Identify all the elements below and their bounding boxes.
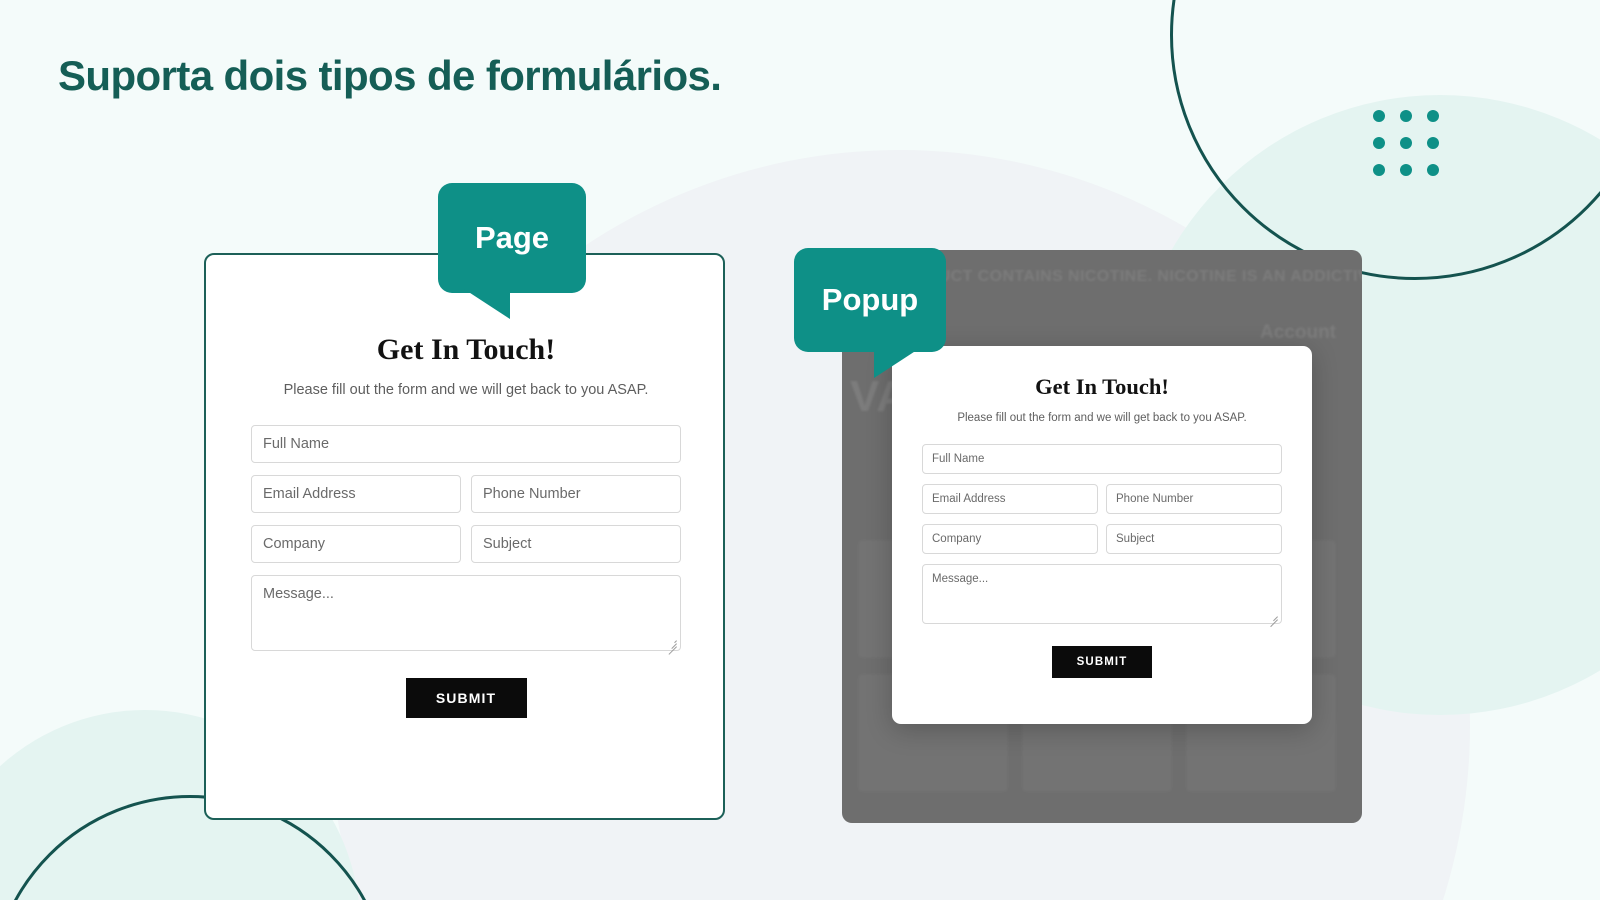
badge-page: Page bbox=[438, 183, 586, 319]
popup-company-input[interactable]: Company bbox=[922, 524, 1098, 554]
popup-subject-input[interactable]: Subject bbox=[1106, 524, 1282, 554]
form-subheading: Please fill out the form and we will get… bbox=[283, 382, 649, 398]
popup-resize-handle-icon[interactable] bbox=[1266, 609, 1278, 628]
popup-modal-dialog: Get In Touch! Please fill out the form a… bbox=[892, 346, 1312, 724]
form-row-details: Company Subject bbox=[251, 525, 681, 563]
page-contact-form: Get In Touch! Please fill out the form a… bbox=[251, 333, 681, 718]
badge-popup: Popup bbox=[794, 248, 946, 378]
popup-message-placeholder: Message... bbox=[932, 573, 989, 585]
popup-form-row-details: Company Subject bbox=[922, 524, 1282, 554]
subject-input[interactable]: Subject bbox=[471, 525, 681, 563]
badge-page-tail-icon bbox=[464, 289, 510, 319]
message-textarea[interactable]: Message... bbox=[251, 575, 681, 655]
decorative-circle-top-right-outline bbox=[1170, 0, 1600, 280]
popup-submit-button[interactable]: SUBMIT bbox=[1052, 646, 1152, 678]
submit-button[interactable]: SUBMIT bbox=[405, 678, 527, 718]
popup-full-name-input[interactable]: Full Name bbox=[922, 444, 1282, 474]
popup-form-fields: Full Name Email Address Phone Number Com… bbox=[922, 444, 1282, 678]
form-row-contact: Email Address Phone Number bbox=[251, 475, 681, 513]
full-name-input[interactable]: Full Name bbox=[251, 425, 681, 463]
resize-handle-icon[interactable] bbox=[665, 636, 677, 655]
popup-contact-form: Get In Touch! Please fill out the form a… bbox=[922, 374, 1282, 678]
form-heading: Get In Touch! bbox=[376, 333, 556, 366]
popup-form-heading: Get In Touch! bbox=[1035, 374, 1169, 399]
email-input[interactable]: Email Address bbox=[251, 475, 461, 513]
badge-popup-label: Popup bbox=[821, 282, 919, 317]
company-input[interactable]: Company bbox=[251, 525, 461, 563]
popup-message-textarea[interactable]: Message... bbox=[922, 564, 1282, 628]
badge-page-label: Page bbox=[474, 220, 550, 255]
badge-popup-tail-icon bbox=[874, 348, 920, 378]
popup-phone-input[interactable]: Phone Number bbox=[1106, 484, 1282, 514]
popup-form-row-contact: Email Address Phone Number bbox=[922, 484, 1282, 514]
phone-input[interactable]: Phone Number bbox=[471, 475, 681, 513]
message-placeholder: Message... bbox=[263, 586, 334, 602]
page-form-card: Get In Touch! Please fill out the form a… bbox=[204, 253, 725, 820]
popup-email-input[interactable]: Email Address bbox=[922, 484, 1098, 514]
decorative-dot-grid-icon bbox=[1373, 110, 1439, 176]
popup-form-subheading: Please fill out the form and we will get… bbox=[957, 412, 1247, 424]
page-form-fields: Full Name Email Address Phone Number Com… bbox=[251, 425, 681, 718]
backdrop-nav-right: Account bbox=[1260, 322, 1336, 343]
page-title: Suporta dois tipos de formulários. bbox=[58, 52, 722, 99]
